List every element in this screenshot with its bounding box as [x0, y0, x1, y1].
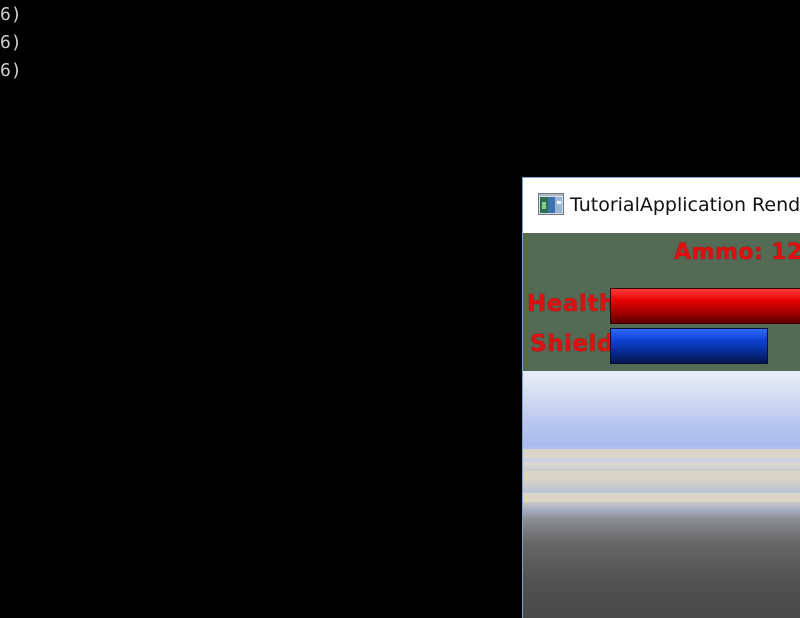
- app-icon[interactable]: [538, 193, 564, 215]
- shield-bar-fill: [610, 328, 768, 364]
- console-line: 6): [0, 60, 22, 81]
- hud-panel: Ammo: 12 Health Shield: [523, 233, 800, 371]
- health-bar: [610, 288, 800, 324]
- sky-cloud-band: [523, 493, 800, 502]
- render-window[interactable]: TutorialApplication Rend Ammo: 12 Health…: [522, 177, 800, 618]
- shield-label: Shield: [530, 331, 614, 357]
- console-line: 6): [0, 32, 22, 53]
- health-label: Health: [527, 291, 616, 317]
- console-line: 6): [0, 4, 22, 25]
- health-bar-fill: [610, 288, 800, 324]
- window-title: TutorialApplication Rend: [570, 194, 800, 216]
- shield-bar: [610, 328, 800, 364]
- sky-cloud-band: [523, 449, 800, 458]
- sky-cloud-band: [523, 471, 800, 480]
- ammo-label: Ammo:: [674, 240, 764, 265]
- render-viewport[interactable]: [523, 371, 800, 618]
- ammo-value: 12: [771, 240, 800, 265]
- title-bar[interactable]: TutorialApplication Rend: [523, 178, 800, 233]
